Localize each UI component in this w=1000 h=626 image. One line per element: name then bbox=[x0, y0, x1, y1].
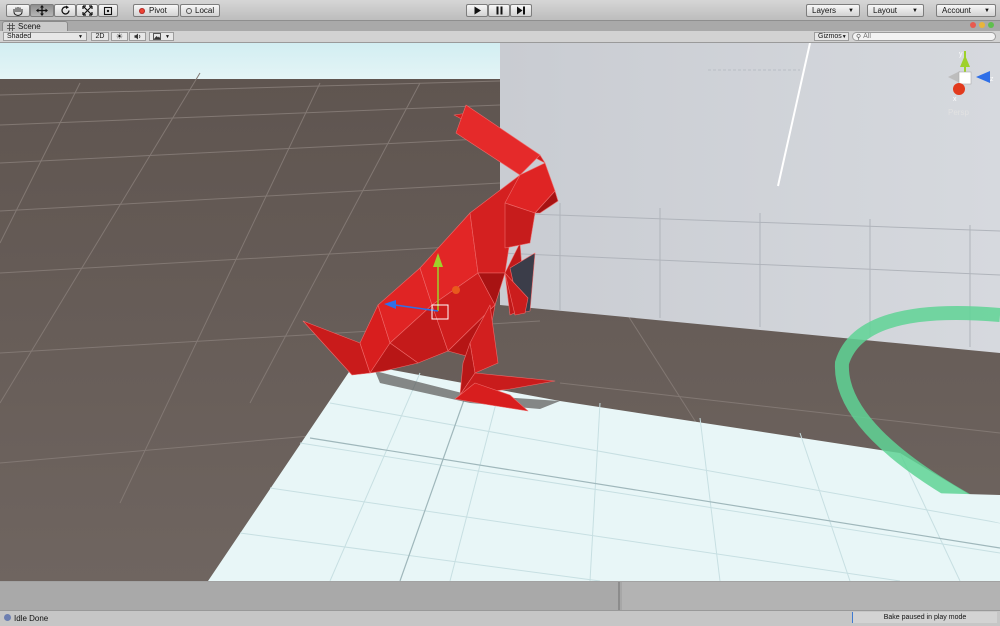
step-forward-icon bbox=[517, 6, 525, 15]
gizmo-z-label: z bbox=[990, 76, 994, 83]
account-dropdown[interactable]: Account ▼ bbox=[936, 4, 996, 17]
scale-icon bbox=[81, 5, 93, 16]
move-arrows-icon bbox=[36, 5, 48, 16]
chevron-down-icon: ▼ bbox=[165, 33, 170, 40]
chevron-down-icon: ▼ bbox=[984, 7, 990, 14]
scene-view-toolbar: Shaded ▼ 2D ☀ ▼ Gizmos ▼ ⚲ bbox=[0, 31, 1000, 43]
gizmo-y-label: y bbox=[959, 51, 963, 58]
status-info-icon bbox=[4, 614, 11, 621]
bottom-panel-area bbox=[0, 582, 1000, 610]
layout-label: Layout bbox=[873, 6, 898, 15]
layers-dropdown[interactable]: Layers ▼ bbox=[806, 4, 860, 17]
pause-icon bbox=[496, 6, 502, 15]
hand-icon bbox=[13, 6, 23, 16]
console-panel bbox=[0, 582, 620, 610]
tab-scene-label: Scene bbox=[18, 22, 41, 31]
bake-progress-indicator[interactable]: Bake paused in play mode bbox=[852, 612, 997, 623]
play-button[interactable] bbox=[466, 4, 488, 17]
scale-tool-button[interactable] bbox=[76, 4, 98, 17]
hierarchy-search-field[interactable]: ⚲ bbox=[852, 32, 996, 41]
minimize-window-icon[interactable] bbox=[979, 22, 985, 28]
chevron-down-icon: ▼ bbox=[848, 7, 854, 14]
rect-transform-icon bbox=[103, 6, 113, 15]
move-tool-button[interactable] bbox=[30, 4, 54, 17]
status-message[interactable]: Idle Done bbox=[14, 614, 48, 623]
search-input[interactable] bbox=[863, 33, 984, 40]
background-wall bbox=[500, 43, 1000, 353]
rotate-tool-button[interactable] bbox=[54, 4, 76, 17]
scene-viewport[interactable]: y z x Persp bbox=[0, 43, 1000, 581]
gizmos-dropdown[interactable]: Gizmos ▼ bbox=[814, 32, 849, 41]
status-bar: Idle Done Bake paused in play mode bbox=[0, 610, 1000, 626]
audio-toggle[interactable] bbox=[129, 32, 146, 41]
lighting-toggle[interactable]: ☀ bbox=[111, 32, 128, 41]
layers-label: Layers bbox=[812, 6, 837, 15]
image-effects-icon bbox=[153, 33, 161, 40]
chevron-down-icon: ▼ bbox=[912, 7, 918, 14]
chevron-down-icon: ▼ bbox=[78, 33, 83, 40]
close-window-icon[interactable] bbox=[970, 22, 976, 28]
rotate-icon bbox=[60, 5, 70, 15]
rect-tool-button[interactable] bbox=[98, 4, 118, 17]
scene-grid-icon bbox=[7, 22, 15, 31]
play-icon bbox=[474, 6, 481, 15]
account-label: Account bbox=[942, 6, 971, 15]
gizmo-center-cube-icon[interactable] bbox=[958, 71, 972, 85]
view-projection-label[interactable]: Persp bbox=[948, 108, 969, 117]
shading-mode-label: Shaded bbox=[7, 33, 32, 40]
pivot-toggle-button[interactable]: Pivot bbox=[133, 4, 179, 17]
maximize-window-icon[interactable] bbox=[988, 22, 994, 28]
gizmo-x-label: x bbox=[953, 96, 957, 103]
window-controls bbox=[970, 22, 994, 28]
window-tab-bar: Scene bbox=[0, 21, 1000, 31]
lighting-panel bbox=[622, 582, 1000, 610]
step-button[interactable] bbox=[510, 4, 532, 17]
pivot-icon bbox=[139, 7, 145, 14]
scene-render[interactable]: y z x Persp bbox=[0, 43, 1000, 581]
x-axis-handle-icon[interactable] bbox=[452, 286, 460, 294]
mode-2d-toggle[interactable]: 2D bbox=[91, 32, 109, 41]
tab-scene[interactable]: Scene bbox=[2, 21, 68, 31]
search-icon: ⚲ bbox=[856, 33, 862, 41]
shading-mode-dropdown[interactable]: Shaded ▼ bbox=[3, 32, 87, 41]
pause-button[interactable] bbox=[488, 4, 510, 17]
pivot-label: Pivot bbox=[149, 6, 167, 15]
local-label: Local bbox=[195, 6, 215, 15]
chevron-down-icon: ▼ bbox=[841, 33, 847, 40]
bake-status-text: Bake paused in play mode bbox=[883, 614, 967, 621]
speaker-icon bbox=[134, 33, 140, 40]
hand-tool-button[interactable] bbox=[6, 4, 30, 17]
gizmos-label: Gizmos bbox=[818, 33, 842, 40]
local-toggle-button[interactable]: Local bbox=[180, 4, 220, 17]
mode-2d-label: 2D bbox=[95, 33, 105, 40]
local-globe-icon bbox=[186, 7, 192, 14]
main-toolbar: Pivot Local Layers ▼ Layout ▼ Account ▼ bbox=[0, 0, 1000, 21]
layout-dropdown[interactable]: Layout ▼ bbox=[867, 4, 924, 17]
sun-icon: ☀ bbox=[115, 31, 124, 41]
x-axis-cone-icon[interactable] bbox=[953, 83, 965, 95]
effects-dropdown[interactable]: ▼ bbox=[149, 32, 174, 41]
